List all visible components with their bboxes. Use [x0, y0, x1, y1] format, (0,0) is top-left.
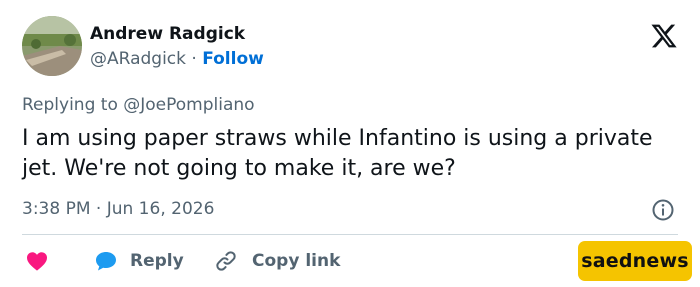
watermark-badge: saednews	[578, 241, 692, 281]
copy-link-button[interactable]: Copy link	[214, 247, 340, 275]
reply-context: Replying to @JoePompliano	[22, 95, 255, 115]
reply-button[interactable]: Reply	[94, 247, 184, 275]
tweet-date: Jun 16, 2026	[106, 199, 215, 219]
author-handle-line: @ARadgick · Follow	[90, 49, 264, 69]
tweet-text: I am using paper straws while Infantino …	[22, 126, 653, 181]
handle-separator: ·	[191, 49, 197, 69]
tweet-time: 3:38 PM	[22, 199, 91, 219]
divider	[22, 234, 678, 235]
reply-prefix: Replying to	[22, 95, 118, 115]
author-handle[interactable]: @ARadgick	[90, 49, 186, 69]
heart-icon[interactable]	[26, 251, 48, 271]
avatar[interactable]	[22, 16, 82, 76]
copy-link-label: Copy link	[252, 251, 341, 271]
x-logo-icon[interactable]	[650, 22, 678, 50]
reply-bubble-icon	[96, 252, 116, 271]
link-icon	[216, 251, 236, 271]
timestamp-separator: ·	[95, 199, 102, 219]
reply-label: Reply	[130, 251, 184, 271]
author-name[interactable]: Andrew Radgick	[90, 24, 245, 44]
reply-mention-link[interactable]: @JoePompliano	[123, 95, 254, 115]
watermark-text: saednews	[581, 250, 689, 272]
info-icon[interactable]	[651, 198, 675, 222]
tweet-timestamp[interactable]: 3:38 PM · Jun 16, 2026	[22, 199, 214, 219]
follow-button[interactable]: Follow	[202, 49, 264, 69]
